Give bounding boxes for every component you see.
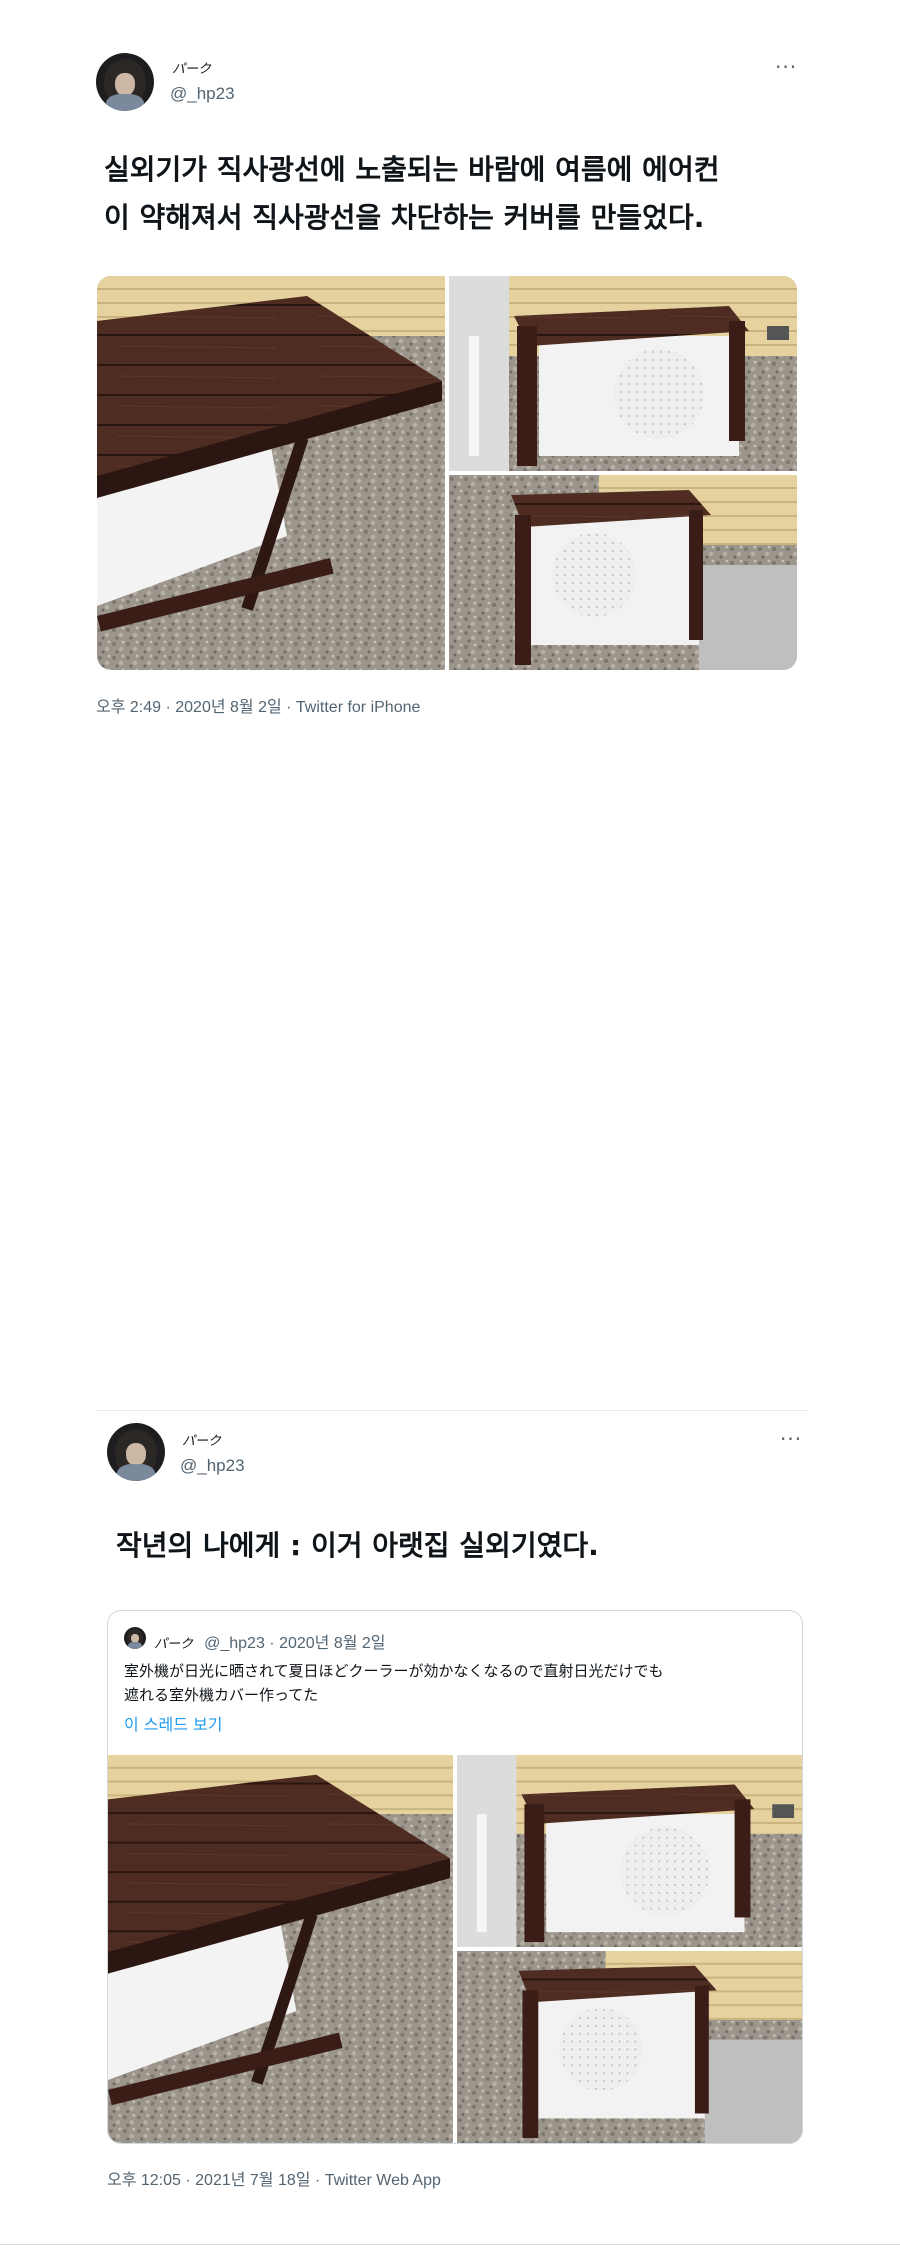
- more-options-icon[interactable]: ···: [780, 1429, 802, 1449]
- tweet-text: 작년의 나에게 : 이거 아랫집 실외기였다.: [116, 1529, 599, 1562]
- photo-bottom-right[interactable]: [449, 475, 797, 670]
- quote-text: 室外機が日光に晒されて夏日ほどクーラーが効かなくなるので直射日光だけでも 遮れる…: [124, 1659, 794, 1707]
- photo-top-right[interactable]: [449, 276, 797, 471]
- tweet-text: 실외기가 직사광선에 노출되는 바람에 여름에 에어컨 이 약해져서 직사광선을…: [104, 146, 824, 242]
- divider: [96, 1410, 808, 1411]
- divider: [0, 2244, 900, 2245]
- more-options-icon[interactable]: ···: [775, 57, 797, 77]
- tweet-text-line: 실외기가 직사광선에 노출되는 바람에 여름에 에어컨: [104, 153, 720, 186]
- quote-avatar: [124, 1627, 146, 1649]
- photo-large[interactable]: [97, 276, 445, 670]
- quote-media-grid[interactable]: [108, 1755, 802, 2143]
- quoted-tweet[interactable]: パーク @_hp23 · 2020년 8월 2일 室外機が日光に晒されて夏日ほど…: [107, 1610, 803, 2144]
- author-name[interactable]: パーク: [182, 1430, 221, 1449]
- quote-meta: @_hp23 · 2020년 8월 2일: [204, 1635, 386, 1652]
- show-thread-link[interactable]: 이 스레드 보기: [124, 1711, 223, 1735]
- avatar[interactable]: [96, 53, 154, 111]
- avatar[interactable]: [107, 1423, 165, 1481]
- quote-text-line: 室外機が日光に晒されて夏日ほどクーラーが効かなくなるので直射日光だけでも: [124, 1662, 664, 1680]
- tweet-timestamp[interactable]: 오후 2:49 · 2020년 8월 2일 · Twitter for iPho…: [96, 693, 420, 717]
- quote-text-line: 遮れる室外機カバー作ってた: [124, 1686, 319, 1704]
- author-handle[interactable]: @_hp23: [170, 84, 235, 104]
- tweet-text-line: 이 약해져서 직사광선을 차단하는 커버를 만들었다.: [104, 201, 705, 234]
- photo-top-right[interactable]: [457, 1755, 802, 1947]
- photo-large[interactable]: [108, 1755, 453, 2143]
- tweet-media-grid[interactable]: [97, 276, 797, 670]
- quote-author-name: パーク: [154, 1637, 194, 1652]
- author-handle[interactable]: @_hp23: [180, 1456, 245, 1476]
- author-name[interactable]: パーク: [172, 58, 211, 77]
- tweet-timestamp[interactable]: 오후 12:05 · 2021년 7월 18일 · Twitter Web Ap…: [107, 2166, 441, 2190]
- photo-bottom-right[interactable]: [457, 1951, 802, 2143]
